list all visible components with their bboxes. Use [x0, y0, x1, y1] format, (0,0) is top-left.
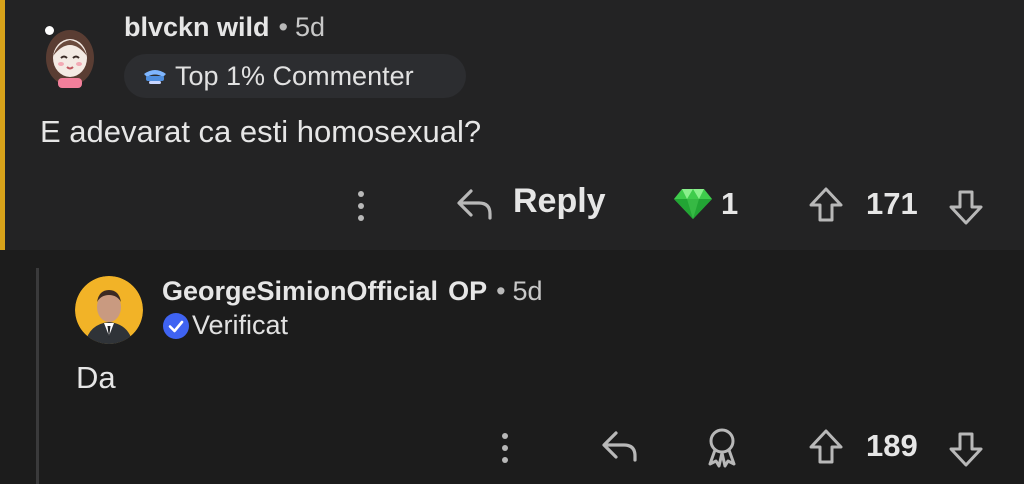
- reply-arrow-icon[interactable]: [455, 186, 495, 224]
- vertical-dots-icon: [502, 430, 508, 466]
- upvote-arrow-icon[interactable]: [808, 186, 844, 224]
- reply-meta: GeorgeSimionOfficial OP • 5d: [162, 276, 543, 307]
- user-avatar[interactable]: [42, 28, 98, 90]
- user-flair: Top 1% Commenter: [124, 54, 466, 98]
- comment-card: blvckn wild • 5d Top 1% Commenter E adevar…: [0, 0, 1024, 250]
- op-badge: OP: [448, 276, 488, 306]
- award-count: 1: [721, 186, 739, 221]
- more-options-button[interactable]: [351, 186, 371, 226]
- comment-username[interactable]: blvckn wild: [124, 12, 270, 42]
- green-gem-icon[interactable]: [673, 187, 713, 221]
- verified-label: Verificat: [192, 310, 289, 340]
- meta-separator: •: [278, 12, 288, 42]
- online-indicator: [45, 26, 54, 35]
- reply-button[interactable]: Reply: [513, 182, 606, 221]
- flair-text: Top 1% Commenter: [175, 60, 414, 91]
- award-icon[interactable]: [704, 426, 740, 468]
- reply-user-avatar[interactable]: [75, 276, 143, 344]
- verified-check-icon: [163, 312, 189, 339]
- reply-username[interactable]: GeorgeSimionOfficial: [162, 276, 438, 306]
- comment-meta: blvckn wild • 5d: [124, 12, 325, 43]
- commenter-badge-icon: [144, 70, 166, 84]
- comment-body: E adevarat ca esti homosexual?: [40, 114, 482, 149]
- meta-separator: •: [496, 276, 506, 306]
- comment-age: 5d: [295, 12, 326, 42]
- upvote-arrow-icon[interactable]: [808, 428, 844, 466]
- comment-score: 171: [866, 186, 918, 221]
- reply-arrow-icon[interactable]: [600, 428, 640, 466]
- verified-badge: Verificat: [162, 310, 288, 341]
- vertical-dots-icon: [358, 188, 364, 224]
- comment-action-bar: Reply 1 171: [0, 176, 1024, 236]
- thread-line[interactable]: [36, 268, 39, 484]
- reply-age: 5d: [512, 276, 543, 306]
- reply-score: 189: [866, 428, 918, 463]
- downvote-arrow-icon[interactable]: [948, 430, 984, 468]
- more-options-button[interactable]: [495, 428, 515, 468]
- downvote-arrow-icon[interactable]: [948, 188, 984, 226]
- reply-body: Da: [76, 360, 116, 395]
